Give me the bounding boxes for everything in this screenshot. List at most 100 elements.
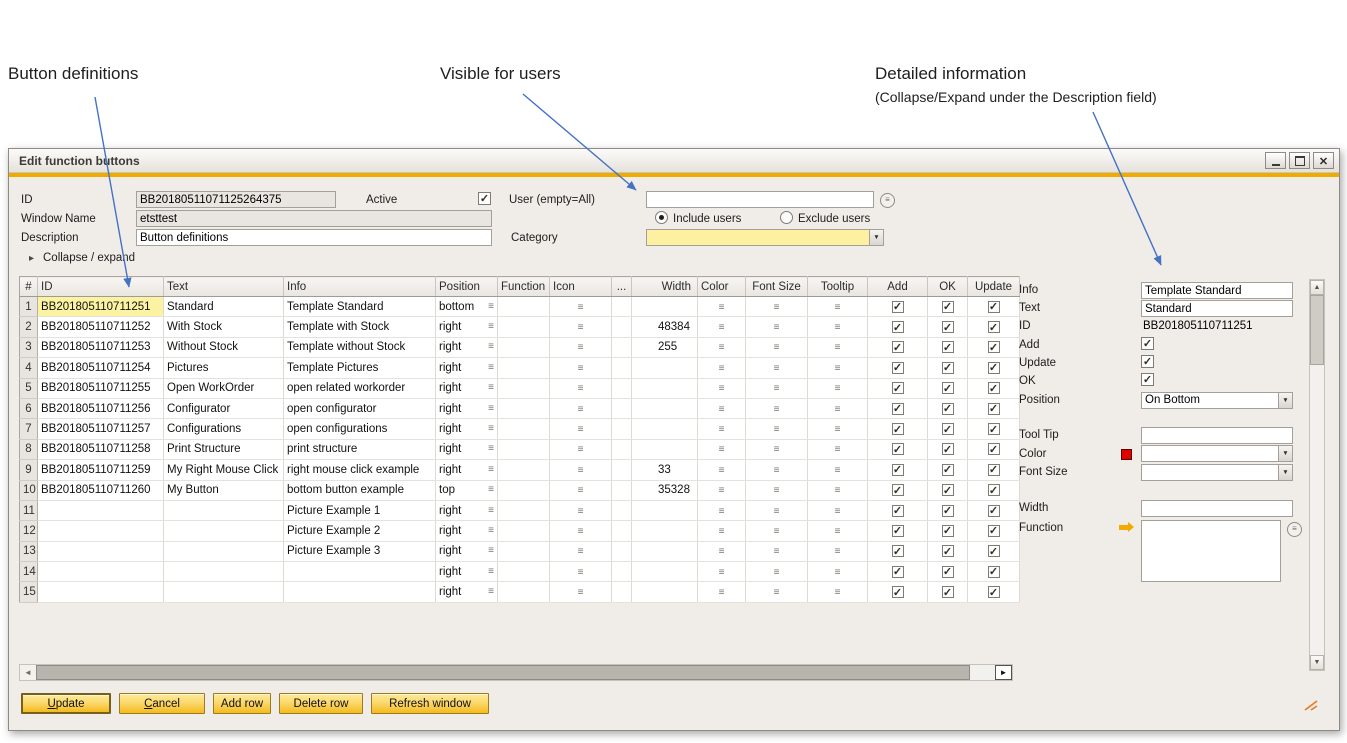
ok-checkbox[interactable] (942, 301, 954, 313)
id-cell[interactable] (38, 562, 164, 582)
picker-icon[interactable]: ≡ (774, 526, 780, 537)
ok-checkbox[interactable] (942, 443, 954, 455)
col-header-icon[interactable]: Icon (550, 277, 612, 297)
exclude-users-label[interactable]: Exclude users (798, 213, 870, 225)
info-cell[interactable] (284, 562, 436, 582)
tooltip-cell[interactable]: ≡ (808, 378, 868, 398)
update-cell[interactable] (968, 419, 1020, 439)
id-cell[interactable]: BB201805110711260 (38, 480, 164, 500)
add-checkbox[interactable] (892, 586, 904, 598)
picker-icon[interactable]: ≡ (578, 546, 584, 557)
color-cell[interactable]: ≡ (698, 398, 746, 418)
vertical-scrollbar[interactable]: ▲ ▼ (1309, 279, 1325, 671)
picker-icon[interactable]: ≡ (488, 566, 494, 577)
info-cell[interactable]: bottom button example (284, 480, 436, 500)
font-size-cell[interactable]: ≡ (746, 297, 808, 317)
tooltip-cell[interactable]: ≡ (808, 500, 868, 520)
scroll-left-icon[interactable]: ◄ (20, 665, 37, 680)
icon-cell[interactable]: ≡ (550, 419, 612, 439)
add-checkbox[interactable] (892, 525, 904, 537)
more-cell[interactable] (612, 460, 632, 480)
col-header-tooltip[interactable]: Tooltip (808, 277, 868, 297)
position-cell[interactable]: right≡ (436, 337, 498, 357)
function-cell[interactable] (498, 419, 550, 439)
id-cell[interactable]: BB201805110711251 (38, 297, 164, 317)
picker-icon[interactable]: ≡ (578, 363, 584, 374)
info-cell[interactable]: Template Pictures (284, 358, 436, 378)
row-number-cell[interactable]: 4 (20, 358, 38, 378)
picker-icon[interactable]: ≡ (578, 342, 584, 353)
add-checkbox[interactable] (892, 505, 904, 517)
picker-icon[interactable]: ≡ (835, 485, 841, 496)
text-cell[interactable]: Standard (164, 297, 284, 317)
detail-width-input[interactable] (1141, 500, 1293, 517)
update-checkbox[interactable] (988, 545, 1000, 557)
more-cell[interactable] (612, 317, 632, 337)
detail-font-size-dropdown[interactable]: ▼ (1141, 464, 1293, 481)
width-cell[interactable] (632, 378, 698, 398)
id-cell[interactable]: BB201805110711255 (38, 378, 164, 398)
col-header-ok[interactable]: OK (928, 277, 968, 297)
close-button[interactable] (1313, 152, 1334, 169)
row-number-cell[interactable]: 7 (20, 419, 38, 439)
picker-icon[interactable]: ≡ (578, 424, 584, 435)
function-cell[interactable] (498, 521, 550, 541)
width-cell[interactable]: 255 (632, 337, 698, 357)
row-number-cell[interactable]: 5 (20, 378, 38, 398)
ok-cell[interactable] (928, 500, 968, 520)
position-cell[interactable]: bottom≡ (436, 297, 498, 317)
picker-icon[interactable]: ≡ (578, 302, 584, 313)
update-cell[interactable] (968, 337, 1020, 357)
width-cell[interactable] (632, 541, 698, 561)
add-cell[interactable] (868, 541, 928, 561)
delete-row-button[interactable]: Delete row (279, 693, 363, 714)
ok-cell[interactable] (928, 521, 968, 541)
function-picker-icon[interactable]: ≡ (1287, 522, 1302, 537)
update-cell[interactable] (968, 521, 1020, 541)
ok-checkbox[interactable] (942, 586, 954, 598)
text-cell[interactable]: With Stock (164, 317, 284, 337)
col-header-function[interactable]: Function (498, 277, 550, 297)
picker-icon[interactable]: ≡ (835, 567, 841, 578)
col-header-add[interactable]: Add (868, 277, 928, 297)
description-input[interactable] (136, 229, 492, 246)
width-cell[interactable] (632, 398, 698, 418)
font-size-cell[interactable]: ≡ (746, 419, 808, 439)
picker-icon[interactable]: ≡ (719, 302, 725, 313)
info-cell[interactable]: Template Standard (284, 297, 436, 317)
picker-icon[interactable]: ≡ (578, 404, 584, 415)
ok-checkbox[interactable] (942, 484, 954, 496)
icon-cell[interactable]: ≡ (550, 562, 612, 582)
function-cell[interactable] (498, 562, 550, 582)
row-number-cell[interactable]: 1 (20, 297, 38, 317)
function-cell[interactable] (498, 337, 550, 357)
add-cell[interactable] (868, 398, 928, 418)
add-cell[interactable] (868, 439, 928, 459)
function-cell[interactable] (498, 378, 550, 398)
ok-cell[interactable] (928, 337, 968, 357)
tooltip-cell[interactable]: ≡ (808, 297, 868, 317)
icon-cell[interactable]: ≡ (550, 439, 612, 459)
ok-checkbox[interactable] (942, 341, 954, 353)
text-cell[interactable]: My Right Mouse Click (164, 460, 284, 480)
add-checkbox[interactable] (892, 321, 904, 333)
text-cell[interactable]: Configurator (164, 398, 284, 418)
vertical-scroll-thumb[interactable] (1310, 295, 1324, 365)
add-cell[interactable] (868, 297, 928, 317)
update-checkbox[interactable] (988, 341, 1000, 353)
info-cell[interactable]: Picture Example 1 (284, 500, 436, 520)
font-size-cell[interactable]: ≡ (746, 439, 808, 459)
detail-ok-checkbox[interactable] (1141, 373, 1154, 386)
ok-checkbox[interactable] (942, 382, 954, 394)
font-size-cell[interactable]: ≡ (746, 500, 808, 520)
col-header-color[interactable]: Color (698, 277, 746, 297)
more-cell[interactable] (612, 582, 632, 602)
text-cell[interactable]: Open WorkOrder (164, 378, 284, 398)
picker-icon[interactable]: ≡ (774, 342, 780, 353)
row-number-cell[interactable]: 8 (20, 439, 38, 459)
font-size-cell[interactable]: ≡ (746, 562, 808, 582)
update-checkbox[interactable] (988, 362, 1000, 374)
update-checkbox[interactable] (988, 382, 1000, 394)
update-cell[interactable] (968, 358, 1020, 378)
picker-icon[interactable]: ≡ (488, 341, 494, 352)
